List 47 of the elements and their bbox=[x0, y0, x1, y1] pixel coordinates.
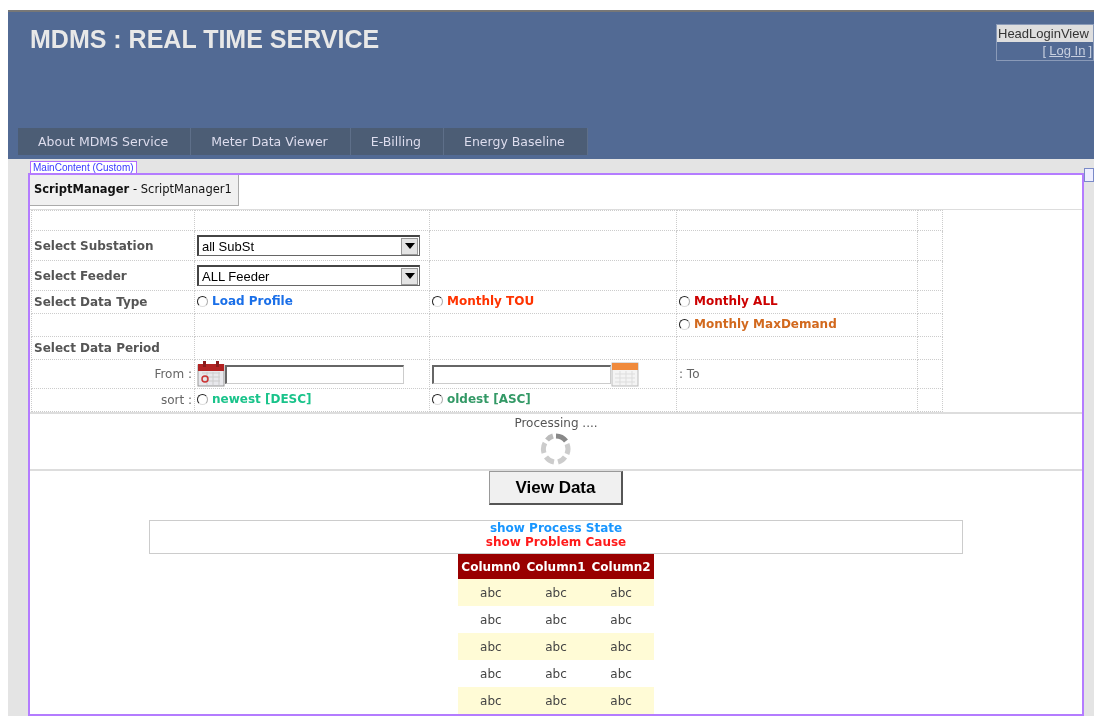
calendar-icon[interactable] bbox=[197, 361, 225, 387]
column-header: Column0 bbox=[458, 554, 524, 579]
to-date-field[interactable] bbox=[432, 364, 611, 384]
from-date-field[interactable] bbox=[225, 364, 404, 384]
site-title: MDMS : REAL TIME SERVICE bbox=[30, 25, 380, 54]
nav-menu-item[interactable]: About MDMS Service bbox=[18, 128, 192, 155]
nav-menu-item[interactable]: Meter Data Viewer bbox=[191, 128, 351, 155]
processing-text: Processing .... bbox=[514, 416, 598, 430]
table-cell: abc bbox=[523, 687, 589, 714]
process-state-text: show Process State bbox=[488, 521, 624, 535]
table-cell: abc bbox=[458, 660, 524, 687]
table-cell: abc bbox=[458, 579, 524, 606]
table-cell: abc bbox=[588, 633, 654, 660]
dropdown[interactable]: all SubSt bbox=[197, 235, 420, 256]
table-cell: abc bbox=[588, 579, 654, 606]
main-content-label: MainContent (Custom) bbox=[30, 161, 137, 173]
nav-menu-item[interactable]: E-Billing bbox=[350, 128, 445, 155]
spinner-icon bbox=[540, 433, 572, 465]
field-label: Select Data Type bbox=[34, 295, 148, 309]
field-label: Select Feeder bbox=[34, 268, 127, 283]
table-cell: abc bbox=[588, 660, 654, 687]
table-cell: abc bbox=[458, 606, 524, 633]
field-label: Select Data Period bbox=[34, 341, 160, 355]
table-cell: abc bbox=[458, 687, 524, 714]
table-cell: abc bbox=[458, 633, 524, 660]
login-link[interactable]: Log In bbox=[1049, 43, 1086, 58]
problem-cause-text: show Problem Cause bbox=[484, 535, 628, 549]
sort-label: sort : bbox=[160, 393, 192, 407]
table-cell: abc bbox=[523, 606, 589, 633]
dropdown[interactable]: ALL Feeder bbox=[197, 265, 420, 286]
nav-menu-item[interactable]: Energy Baseline bbox=[444, 128, 588, 155]
bracket: ] bbox=[1088, 43, 1092, 58]
table-cell: abc bbox=[588, 606, 654, 633]
table-cell: abc bbox=[588, 687, 654, 714]
table-cell: abc bbox=[523, 660, 589, 687]
field-label: Select Substation bbox=[34, 238, 154, 253]
table-cell: abc bbox=[523, 633, 589, 660]
login-view-label: HeadLoginView bbox=[997, 25, 1093, 42]
column-header: Column2 bbox=[588, 554, 654, 579]
to-label: : To bbox=[679, 367, 700, 381]
side-tag bbox=[1084, 168, 1094, 182]
bracket: [ bbox=[1042, 43, 1047, 58]
from-label: From : bbox=[154, 367, 192, 381]
view-data-button[interactable]: View Data bbox=[489, 471, 623, 505]
table-cell: abc bbox=[523, 579, 589, 606]
script-manager-label: ScriptManager - ScriptManager1 bbox=[30, 175, 239, 206]
column-header: Column1 bbox=[523, 554, 589, 579]
